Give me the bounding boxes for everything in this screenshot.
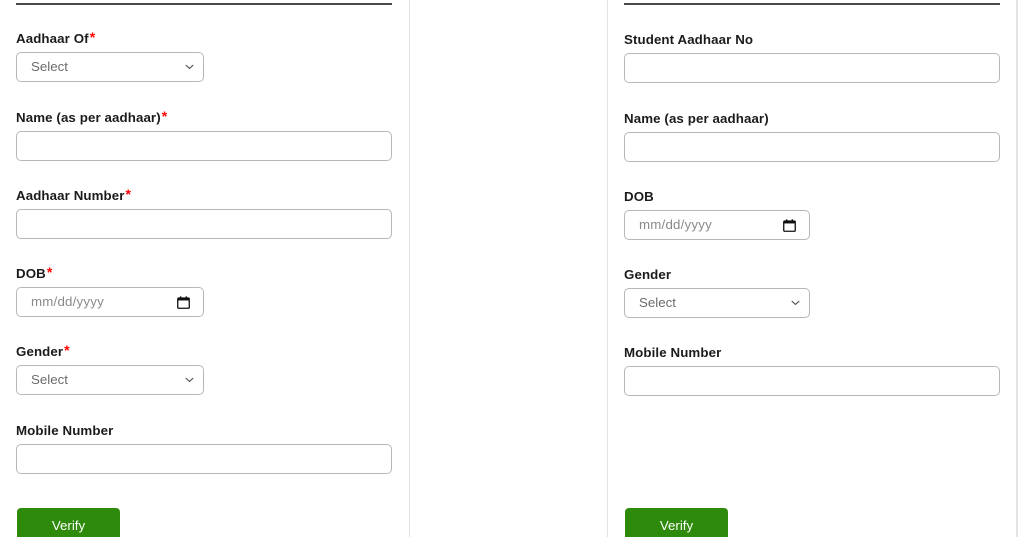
label-student-dob-text: DOB	[624, 189, 654, 204]
required-asterisk: *	[64, 342, 70, 358]
right-form-top-divider	[624, 3, 1000, 5]
input-aadhaar-number[interactable]	[16, 209, 392, 239]
verify-button[interactable]: Verify	[625, 508, 728, 537]
middle-spacer-panel	[410, 0, 608, 537]
label-student-gender: Gender	[624, 267, 810, 283]
input-student-aadhaar-no[interactable]	[624, 53, 1000, 83]
field-student-name-as-per-aadhaar: Name (as per aadhaar)	[624, 111, 1000, 162]
required-asterisk: *	[125, 186, 132, 202]
label-name-as-per-aadhaar: Name (as per aadhaar)*	[16, 108, 392, 126]
field-student-mobile-number: Mobile Number	[624, 345, 1000, 396]
field-mobile-number: Mobile Number	[16, 423, 392, 474]
chevron-down-icon	[791, 300, 800, 306]
calendar-icon[interactable]	[783, 219, 796, 232]
label-student-dob: DOB	[624, 189, 810, 205]
select-student-gender-value: Select	[639, 295, 676, 310]
label-student-aadhaar-no: Student Aadhaar No	[624, 32, 1000, 48]
date-input-dob[interactable]: mm/dd/yyyy	[16, 287, 204, 317]
date-input-student-dob-placeholder: mm/dd/yyyy	[639, 217, 712, 232]
label-mobile-number: Mobile Number	[16, 423, 392, 439]
label-aadhaar-of: Aadhaar Of*	[16, 29, 204, 47]
field-gender: Gender* Select	[16, 342, 204, 395]
label-aadhaar-number: Aadhaar Number*	[16, 186, 392, 204]
input-student-name-as-per-aadhaar[interactable]	[624, 132, 1000, 162]
label-dob: DOB*	[16, 264, 204, 282]
label-mobile-number-text: Mobile Number	[16, 423, 114, 438]
input-name-as-per-aadhaar[interactable]	[16, 131, 392, 161]
label-gender-text: Gender	[16, 344, 64, 359]
right-edge-panel	[1017, 0, 1024, 537]
label-aadhaar-of-text: Aadhaar Of	[16, 31, 89, 46]
date-input-student-dob[interactable]: mm/dd/yyyy	[624, 210, 810, 240]
label-student-aadhaar-no-text: Student Aadhaar No	[624, 32, 754, 47]
left-form-top-divider	[16, 3, 392, 5]
page-root: Aadhaar Of* Select Name (as per aadhaar)…	[0, 0, 1024, 537]
field-dob: DOB* mm/dd/yyyy	[16, 264, 204, 317]
label-student-name-as-per-aadhaar: Name (as per aadhaar)	[624, 111, 1000, 127]
field-student-gender: Gender Select	[624, 267, 810, 318]
field-aadhaar-number: Aadhaar Number*	[16, 186, 392, 239]
chevron-down-icon	[185, 377, 194, 383]
label-aadhaar-number-text: Aadhaar Number	[16, 188, 125, 203]
chevron-down-icon	[185, 64, 194, 70]
select-aadhaar-of[interactable]: Select	[16, 52, 204, 82]
field-student-dob: DOB mm/dd/yyyy	[624, 189, 810, 240]
select-student-gender[interactable]: Select	[624, 288, 810, 318]
label-student-gender-text: Gender	[624, 267, 672, 282]
label-dob-text: DOB	[16, 266, 46, 281]
label-student-mobile-number-text: Mobile Number	[624, 345, 722, 360]
required-asterisk: *	[161, 108, 168, 124]
label-name-as-per-aadhaar-text: Name (as per aadhaar)	[16, 110, 161, 125]
select-gender[interactable]: Select	[16, 365, 204, 395]
input-student-mobile-number[interactable]	[624, 366, 1000, 396]
select-gender-value: Select	[31, 372, 68, 387]
required-asterisk: *	[89, 29, 96, 45]
calendar-icon[interactable]	[177, 296, 190, 309]
select-aadhaar-of-value: Select	[31, 59, 68, 74]
field-aadhaar-of: Aadhaar Of* Select	[16, 29, 204, 82]
input-mobile-number[interactable]	[16, 444, 392, 474]
label-student-mobile-number: Mobile Number	[624, 345, 1000, 361]
verify-button[interactable]: Verify	[17, 508, 120, 537]
required-asterisk: *	[46, 264, 53, 280]
field-name-as-per-aadhaar: Name (as per aadhaar)*	[16, 108, 392, 161]
label-gender: Gender*	[16, 342, 204, 360]
label-student-name-as-per-aadhaar-text: Name (as per aadhaar)	[624, 111, 769, 126]
date-input-dob-placeholder: mm/dd/yyyy	[31, 294, 104, 309]
field-student-aadhaar-no: Student Aadhaar No	[624, 32, 1000, 83]
